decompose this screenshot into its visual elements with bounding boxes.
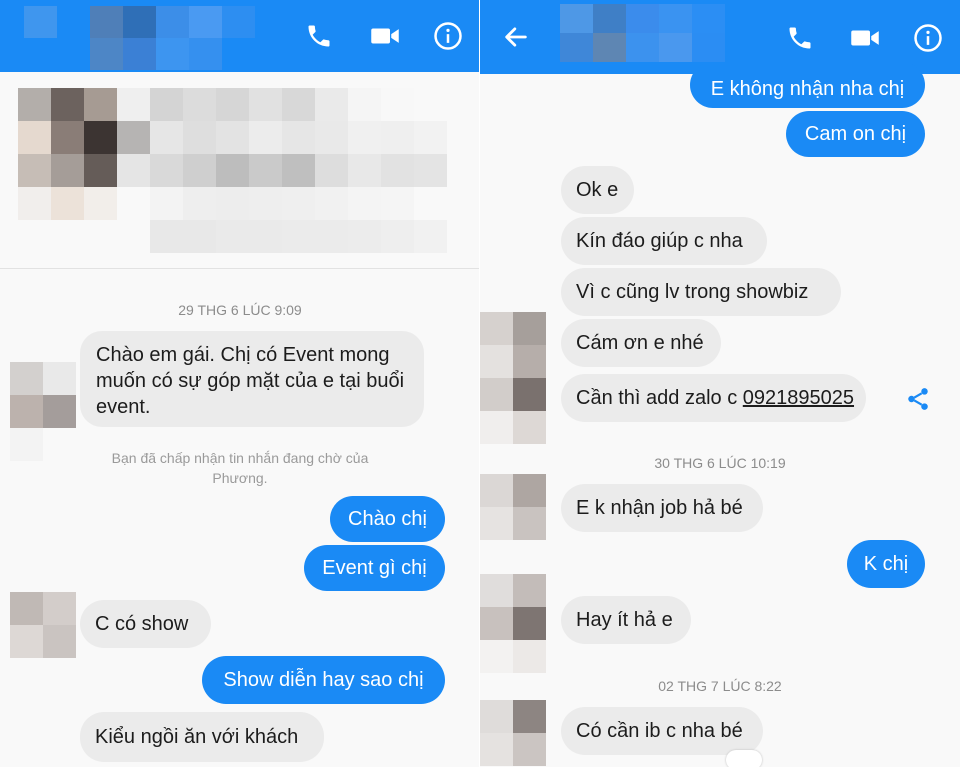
message-incoming[interactable]: C có show bbox=[80, 600, 211, 648]
message-outgoing[interactable]: Event gì chị bbox=[304, 545, 445, 591]
info-icon[interactable] bbox=[913, 23, 943, 53]
message-incoming[interactable]: Có cần ib c nha bé bbox=[561, 707, 763, 755]
message-incoming[interactable]: Vì c cũng lv trong showbiz bbox=[561, 268, 841, 316]
banner-divider bbox=[0, 268, 480, 269]
reaction-indicator[interactable] bbox=[726, 750, 762, 767]
profile-banner-blurred bbox=[18, 88, 480, 253]
message-outgoing[interactable]: K chị bbox=[847, 540, 925, 588]
contact-name-blurred bbox=[560, 4, 725, 62]
info-icon[interactable] bbox=[433, 21, 463, 51]
sender-avatar bbox=[480, 474, 546, 540]
message-text: Cần thì add zalo c bbox=[576, 387, 743, 409]
sender-avatar bbox=[480, 312, 546, 444]
video-camera-icon[interactable] bbox=[850, 26, 880, 50]
sender-avatar bbox=[10, 362, 76, 461]
message-incoming[interactable]: Kín đáo giúp c nha bbox=[561, 217, 767, 265]
phone-icon[interactable] bbox=[305, 22, 333, 50]
message-incoming[interactable]: Kiểu ngồi ăn với khách bbox=[80, 712, 324, 762]
share-icon[interactable] bbox=[905, 386, 931, 412]
message-incoming[interactable]: Chào em gái. Chị có Event mong muốn có s… bbox=[80, 331, 424, 427]
phone-number-link[interactable]: 0921895025 bbox=[743, 385, 854, 411]
sender-avatar bbox=[480, 700, 546, 766]
conversation-timestamp: 02 THG 7 LÚC 8:22 bbox=[658, 678, 782, 694]
left-header-bar bbox=[0, 0, 480, 72]
message-outgoing[interactable]: Show diễn hay sao chị bbox=[202, 656, 445, 704]
sender-avatar bbox=[10, 592, 76, 658]
conversation-timestamp: 29 THG 6 LÚC 9:09 bbox=[178, 302, 302, 318]
conversation-timestamp: 30 THG 6 LÚC 10:19 bbox=[654, 455, 786, 471]
left-conversation-screenshot: 29 THG 6 LÚC 9:09 Chào em gái. Chị có Ev… bbox=[0, 0, 480, 767]
message-outgoing[interactable]: Cam on chị bbox=[786, 111, 925, 157]
message-incoming[interactable]: Ok e bbox=[561, 166, 634, 214]
accepted-request-notice: Bạn đã chấp nhận tin nhắn đang chờ của P… bbox=[111, 450, 369, 486]
sender-avatar bbox=[480, 574, 546, 673]
message-outgoing[interactable]: E không nhận nha chị bbox=[690, 62, 925, 108]
message-incoming[interactable]: Hay ít hả e bbox=[561, 596, 691, 644]
message-incoming[interactable]: Cần thì add zalo c 0921895025 bbox=[561, 374, 866, 422]
contact-name-blurred bbox=[24, 6, 255, 70]
back-arrow-icon[interactable] bbox=[502, 23, 530, 51]
phone-icon[interactable] bbox=[786, 24, 814, 52]
message-outgoing[interactable]: Chào chị bbox=[330, 496, 445, 542]
message-incoming[interactable]: Cám ơn e nhé bbox=[561, 319, 721, 367]
video-camera-icon[interactable] bbox=[370, 24, 400, 48]
right-conversation-screenshot: E không nhận nha chị Cam on chị Ok e Kín… bbox=[480, 0, 960, 767]
message-incoming[interactable]: E k nhận job hả bé bbox=[561, 484, 763, 532]
